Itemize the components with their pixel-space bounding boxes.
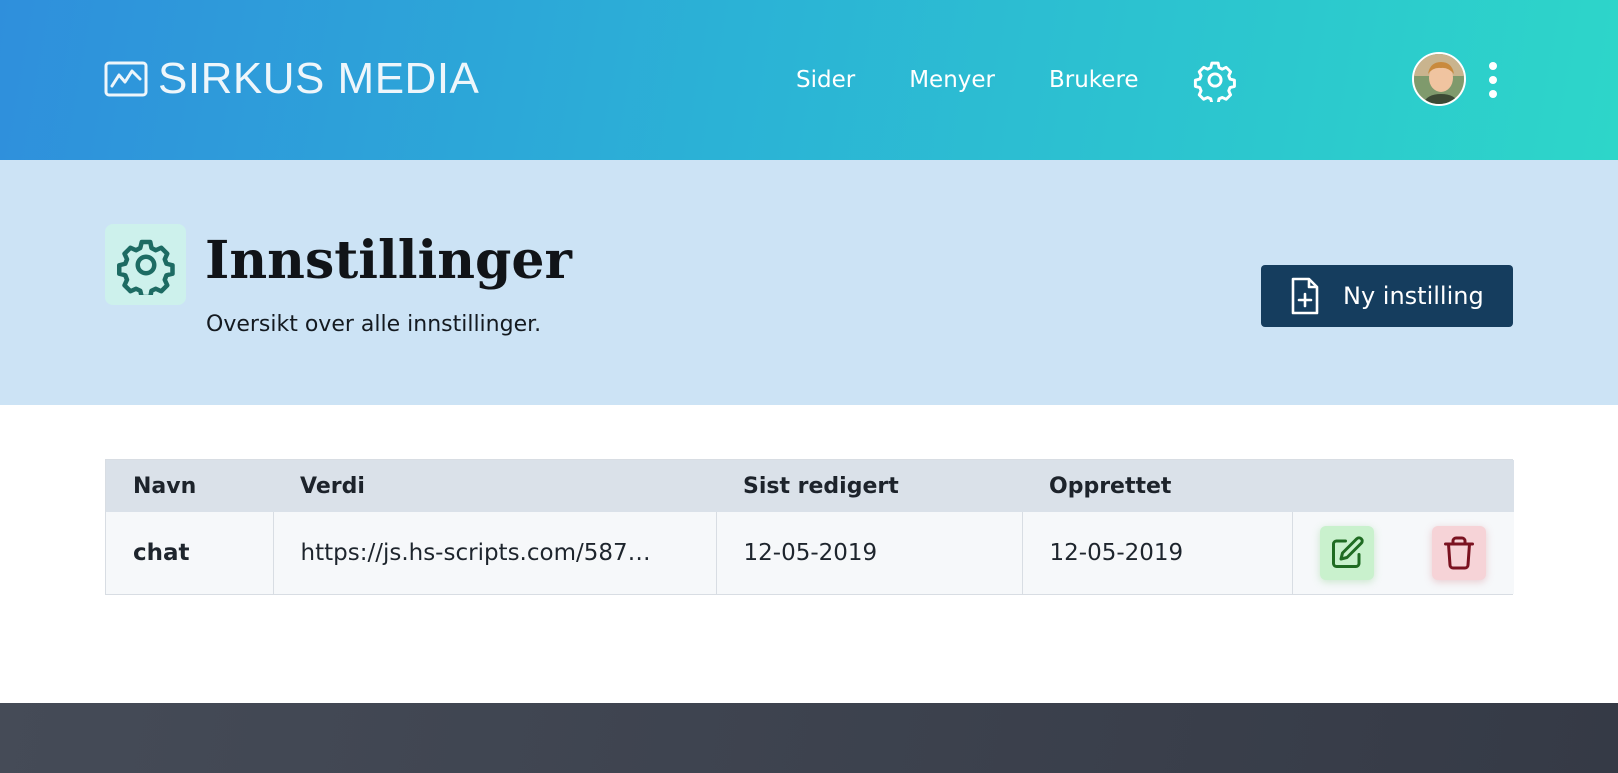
page-subtitle: Oversikt over alle innstillinger. xyxy=(206,312,542,337)
page-icon-box xyxy=(105,224,186,305)
avatar-photo xyxy=(1414,54,1464,104)
brand[interactable]: SIRKUS MEDIA xyxy=(104,52,479,106)
cell-value: https://js.hs-scripts.com/587… xyxy=(272,512,716,594)
file-plus-icon xyxy=(1291,277,1319,315)
nav-link-menyer[interactable]: Menyer xyxy=(909,67,995,93)
cell-name: chat xyxy=(133,540,190,566)
main-nav: Sider Menyer Brukere xyxy=(796,58,1237,102)
column-header-sist-redigert: Sist redigert xyxy=(743,473,899,499)
page-hero: Innstillinger Oversikt over alle innstil… xyxy=(0,160,1618,405)
column-header-verdi: Verdi xyxy=(300,473,365,499)
column-header-opprettet: Opprettet xyxy=(1049,473,1172,499)
delete-button[interactable] xyxy=(1431,526,1486,580)
cell-edited: 12-05-2019 xyxy=(715,512,1022,594)
nav-link-brukere[interactable]: Brukere xyxy=(1049,67,1139,93)
brand-name: SIRKUS MEDIA xyxy=(158,54,480,103)
trash-icon xyxy=(1443,536,1474,570)
gear-icon xyxy=(116,239,175,295)
column-header-navn: Navn xyxy=(133,473,197,499)
new-setting-button[interactable]: Ny instilling xyxy=(1261,265,1513,327)
page-title: Innstillinger xyxy=(205,230,572,291)
chart-line-icon xyxy=(104,61,148,97)
edit-icon xyxy=(1331,536,1364,568)
column-header-actions xyxy=(1292,460,1514,512)
top-header: SIRKUS MEDIA Sider Menyer Brukere xyxy=(0,0,1618,160)
edit-button[interactable] xyxy=(1319,526,1374,580)
kebab-menu-icon[interactable] xyxy=(1482,58,1504,102)
table-row: chat https://js.hs-scripts.com/587… 12-0… xyxy=(106,512,1514,594)
settings-table: Navn Verdi Sist redigert Opprettet chat … xyxy=(105,459,1514,595)
cell-actions xyxy=(1291,512,1514,594)
user-avatar[interactable] xyxy=(1412,52,1466,106)
nav-link-sider[interactable]: Sider xyxy=(796,67,855,93)
page-footer xyxy=(0,703,1618,773)
table-header-row: Navn Verdi Sist redigert Opprettet xyxy=(106,460,1514,512)
cell-created: 12-05-2019 xyxy=(1021,512,1292,594)
gear-icon[interactable] xyxy=(1193,58,1237,102)
new-setting-label: Ny instilling xyxy=(1343,282,1484,310)
